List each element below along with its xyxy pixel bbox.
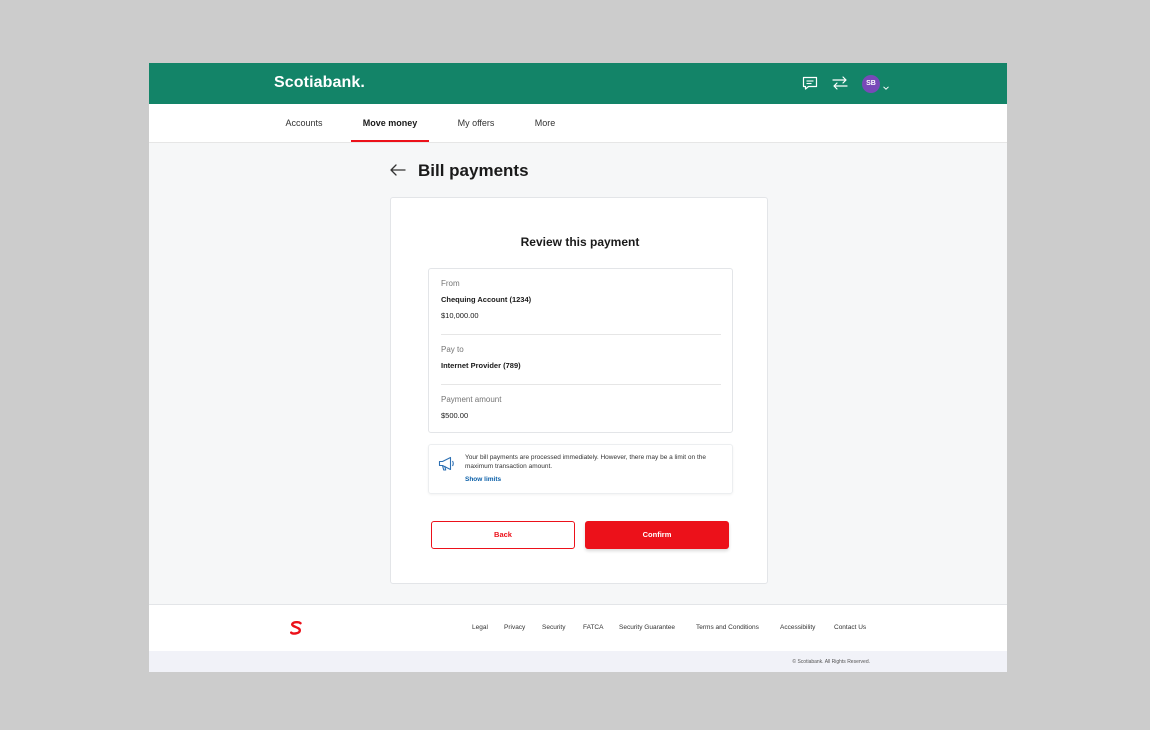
- app-frame: Scotiabank. SB Accounts Move money My of…: [149, 63, 1007, 672]
- confirm-button[interactable]: Confirm: [585, 521, 729, 549]
- notice-text: Your bill payments are processed immedia…: [465, 454, 706, 470]
- chat-icon[interactable]: [801, 74, 819, 92]
- limit-notice: Your bill payments are processed immedia…: [428, 444, 733, 494]
- footer-link-security[interactable]: Security: [542, 624, 565, 631]
- footer-link-security-guarantee[interactable]: Security Guarantee: [619, 624, 675, 631]
- from-label: From: [441, 279, 460, 288]
- copyright-text: © Scotiabank. All Rights Reserved.: [792, 659, 870, 665]
- page-title: Bill payments: [418, 161, 529, 180]
- top-header: Scotiabank. SB: [149, 63, 1007, 104]
- scotiabank-logo[interactable]: Scotiabank.: [274, 73, 365, 93]
- nav-move-money[interactable]: Move money: [351, 104, 429, 142]
- back-arrow-icon[interactable]: [389, 162, 407, 178]
- divider: [441, 334, 721, 335]
- nav-accounts[interactable]: Accounts: [279, 104, 329, 142]
- avatar[interactable]: SB: [862, 75, 880, 93]
- back-button[interactable]: Back: [431, 521, 575, 549]
- scotiabank-flag-icon[interactable]: [290, 621, 302, 635]
- footer-link-accessibility[interactable]: Accessibility: [780, 624, 815, 631]
- chevron-down-icon[interactable]: [882, 79, 890, 90]
- payto-value: Internet Provider (789): [441, 361, 521, 370]
- megaphone-icon: [437, 455, 457, 473]
- nav-more[interactable]: More: [527, 104, 563, 142]
- active-tab-indicator: [351, 140, 429, 142]
- amount-value: $500.00: [441, 411, 469, 420]
- main-nav: Accounts Move money My offers More: [149, 104, 1007, 143]
- review-title: Review this payment: [520, 235, 640, 249]
- footer-link-terms[interactable]: Terms and Conditions: [696, 624, 759, 631]
- copyright-bar: © Scotiabank. All Rights Reserved.: [149, 651, 1007, 672]
- from-account: Chequing Account (1234): [441, 295, 532, 304]
- payment-details: From Chequing Account (1234) $10,000.00 …: [428, 268, 733, 433]
- from-balance: $10,000.00: [441, 311, 479, 320]
- nav-my-offers[interactable]: My offers: [449, 104, 503, 142]
- divider: [441, 384, 721, 385]
- transfer-icon[interactable]: [831, 74, 849, 92]
- payto-label: Pay to: [441, 345, 464, 354]
- review-card: Review this payment From Chequing Accoun…: [390, 197, 768, 584]
- amount-label: Payment amount: [441, 395, 502, 404]
- footer-link-contact[interactable]: Contact Us: [834, 624, 866, 631]
- footer-link-fatca[interactable]: FATCA: [583, 624, 603, 631]
- show-limits-link[interactable]: Show limits: [465, 476, 501, 483]
- footer-link-legal[interactable]: Legal: [472, 624, 488, 631]
- footer: Legal Privacy Security FATCA Security Gu…: [149, 604, 1007, 652]
- footer-link-privacy[interactable]: Privacy: [504, 624, 525, 631]
